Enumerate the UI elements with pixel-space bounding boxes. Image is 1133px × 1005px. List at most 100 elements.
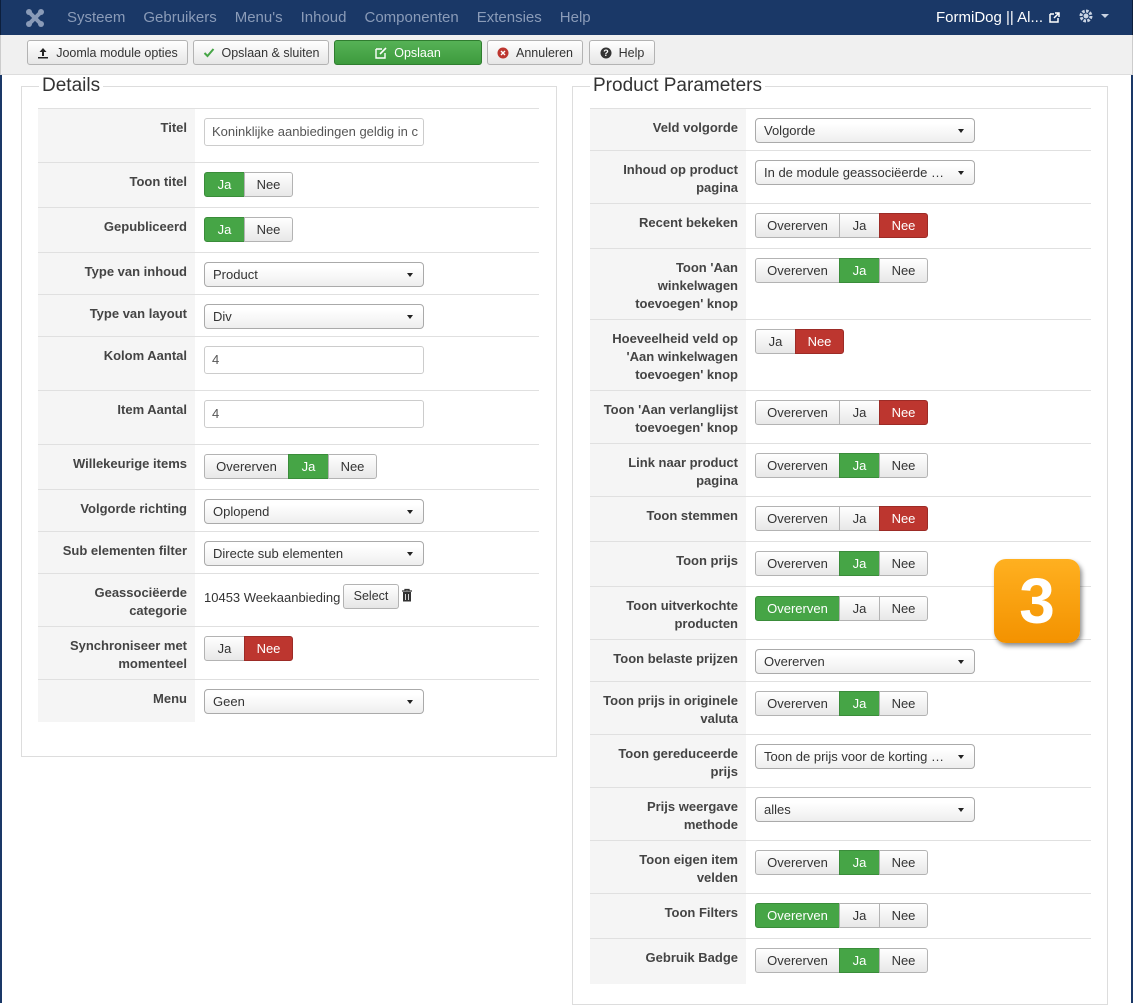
upload-icon: [38, 47, 49, 58]
kolom-input[interactable]: 4: [204, 346, 424, 374]
willekeurig-ja[interactable]: Ja: [288, 454, 329, 479]
recent-ja[interactable]: Ja: [839, 213, 880, 238]
label-menu: Menu: [38, 680, 195, 722]
recent-overerven[interactable]: Overerven: [755, 213, 840, 238]
site-link[interactable]: FormiDog || Al...: [936, 9, 1060, 26]
trash-icon[interactable]: [401, 588, 413, 602]
menu-gebruikers[interactable]: Gebruikers: [143, 9, 216, 26]
row-type-inhoud: Type van inhoud Product: [38, 252, 539, 295]
eigen-nee[interactable]: Nee: [879, 850, 928, 875]
sync-nee[interactable]: Nee: [244, 636, 293, 661]
recent-nee[interactable]: Nee: [879, 213, 928, 238]
titel-input[interactable]: Koninklijke aanbiedingen geldig in c: [204, 118, 424, 146]
winkel-toggle: Overerven Ja Nee: [755, 258, 928, 283]
menu-menus[interactable]: Menu's: [235, 9, 283, 26]
label-veld: Veld volgorde: [590, 109, 746, 151]
gepubliceerd-ja[interactable]: Ja: [204, 217, 245, 242]
type-inhoud-select[interactable]: Product: [204, 262, 424, 287]
verlang-overerven[interactable]: Overerven: [755, 400, 840, 425]
menu-extensies[interactable]: Extensies: [477, 9, 542, 26]
menu-componenten[interactable]: Componenten: [365, 9, 459, 26]
caret-down-icon: [958, 808, 964, 812]
toon-titel-nee[interactable]: Nee: [244, 172, 293, 197]
valuta-overerven[interactable]: Overerven: [755, 691, 840, 716]
menu-select[interactable]: Geen: [204, 689, 424, 714]
cancel-icon: [497, 47, 509, 58]
verlang-toggle: Overerven Ja Nee: [755, 400, 928, 425]
row-eigen: Toon eigen item velden Overerven Ja Nee: [590, 840, 1091, 894]
options-button[interactable]: Joomla module opties: [27, 40, 188, 65]
external-link-icon: [1049, 12, 1060, 23]
prijs-nee[interactable]: Nee: [879, 551, 928, 576]
badge-ja[interactable]: Ja: [839, 948, 880, 973]
verlang-nee[interactable]: Nee: [879, 400, 928, 425]
sync-ja[interactable]: Ja: [204, 636, 245, 661]
row-inhoud: Inhoud op product pagina In de module gea…: [590, 150, 1091, 204]
filters-nee[interactable]: Nee: [879, 903, 928, 928]
eigen-ja[interactable]: Ja: [839, 850, 880, 875]
volgorde-select[interactable]: Oplopend: [204, 499, 424, 524]
categorie-select-button[interactable]: Select: [343, 584, 399, 609]
caret-down-icon: [407, 273, 413, 277]
label-item: Item Aantal: [38, 391, 195, 445]
row-volgorde: Volgorde richting Oplopend: [38, 489, 539, 532]
hoeveel-ja[interactable]: Ja: [755, 329, 796, 354]
sync-toggle: Ja Nee: [204, 636, 293, 661]
badge-overerven[interactable]: Overerven: [755, 948, 840, 973]
verlang-ja[interactable]: Ja: [839, 400, 880, 425]
filters-overerven[interactable]: Overerven: [755, 903, 840, 928]
link-ja[interactable]: Ja: [839, 453, 880, 478]
link-overerven[interactable]: Overerven: [755, 453, 840, 478]
label-verlang: Toon 'Aan verlanglijst toevoegen' knop: [590, 391, 746, 444]
filters-toggle: Overerven Ja Nee: [755, 903, 928, 928]
menu-inhoud[interactable]: Inhoud: [301, 9, 347, 26]
gepubliceerd-toggle: Ja Nee: [204, 217, 293, 242]
willekeurig-overerven[interactable]: Overerven: [204, 454, 289, 479]
details-form: Titel Koninklijke aanbiedingen geldig in…: [38, 108, 539, 722]
sub-select[interactable]: Directe sub elementen: [204, 541, 424, 566]
row-winkel: Toon 'Aan winkelwagen toevoegen' knop Over…: [590, 248, 1091, 320]
item-input[interactable]: 4: [204, 400, 424, 428]
stemmen-overerven[interactable]: Overerven: [755, 506, 840, 531]
winkel-nee[interactable]: Nee: [879, 258, 928, 283]
row-sub: Sub elementen filter Directe sub element…: [38, 531, 539, 574]
inhoud-select[interactable]: In de module geassociëerde categorie: [755, 160, 975, 185]
gepubliceerd-nee[interactable]: Nee: [244, 217, 293, 242]
uitverkocht-overerven[interactable]: Overerven: [755, 596, 840, 621]
joomla-logo-icon[interactable]: [25, 8, 45, 28]
menu-help[interactable]: Help: [560, 9, 591, 26]
winkel-ja[interactable]: Ja: [839, 258, 880, 283]
stemmen-ja[interactable]: Ja: [839, 506, 880, 531]
stemmen-nee[interactable]: Nee: [879, 506, 928, 531]
save-button[interactable]: Opslaan: [334, 40, 482, 65]
label-sync: Synchroniseer met momenteel: [38, 627, 195, 680]
gereduceerd-select[interactable]: Toon de prijs voor de korting en de kort…: [755, 744, 975, 769]
prijs-overerven[interactable]: Overerven: [755, 551, 840, 576]
valuta-nee[interactable]: Nee: [879, 691, 928, 716]
uitverkocht-nee[interactable]: Nee: [879, 596, 928, 621]
site-name: FormiDog || Al...: [936, 9, 1043, 26]
winkel-overerven[interactable]: Overerven: [755, 258, 840, 283]
eigen-overerven[interactable]: Overerven: [755, 850, 840, 875]
help-button[interactable]: ? Help: [589, 40, 655, 65]
cancel-button[interactable]: Annuleren: [487, 40, 583, 65]
badge-nee[interactable]: Nee: [879, 948, 928, 973]
willekeurig-nee[interactable]: Nee: [328, 454, 377, 479]
valuta-toggle: Overerven Ja Nee: [755, 691, 928, 716]
hoeveel-nee[interactable]: Nee: [795, 329, 844, 354]
prijs-ja[interactable]: Ja: [839, 551, 880, 576]
user-menu[interactable]: [1078, 8, 1110, 24]
label-volgorde: Volgorde richting: [38, 490, 195, 532]
type-layout-select[interactable]: Div: [204, 304, 424, 329]
save-close-button[interactable]: Opslaan & sluiten: [193, 40, 329, 65]
valuta-ja[interactable]: Ja: [839, 691, 880, 716]
veld-select[interactable]: Volgorde: [755, 118, 975, 143]
label-uitverkocht: Toon uitverkochte producten: [590, 587, 746, 640]
weergave-select[interactable]: alles: [755, 797, 975, 822]
link-nee[interactable]: Nee: [879, 453, 928, 478]
uitverkocht-ja[interactable]: Ja: [839, 596, 880, 621]
belast-select[interactable]: Overerven: [755, 649, 975, 674]
menu-systeem[interactable]: Systeem: [67, 9, 125, 26]
toon-titel-ja[interactable]: Ja: [204, 172, 245, 197]
filters-ja[interactable]: Ja: [839, 903, 880, 928]
